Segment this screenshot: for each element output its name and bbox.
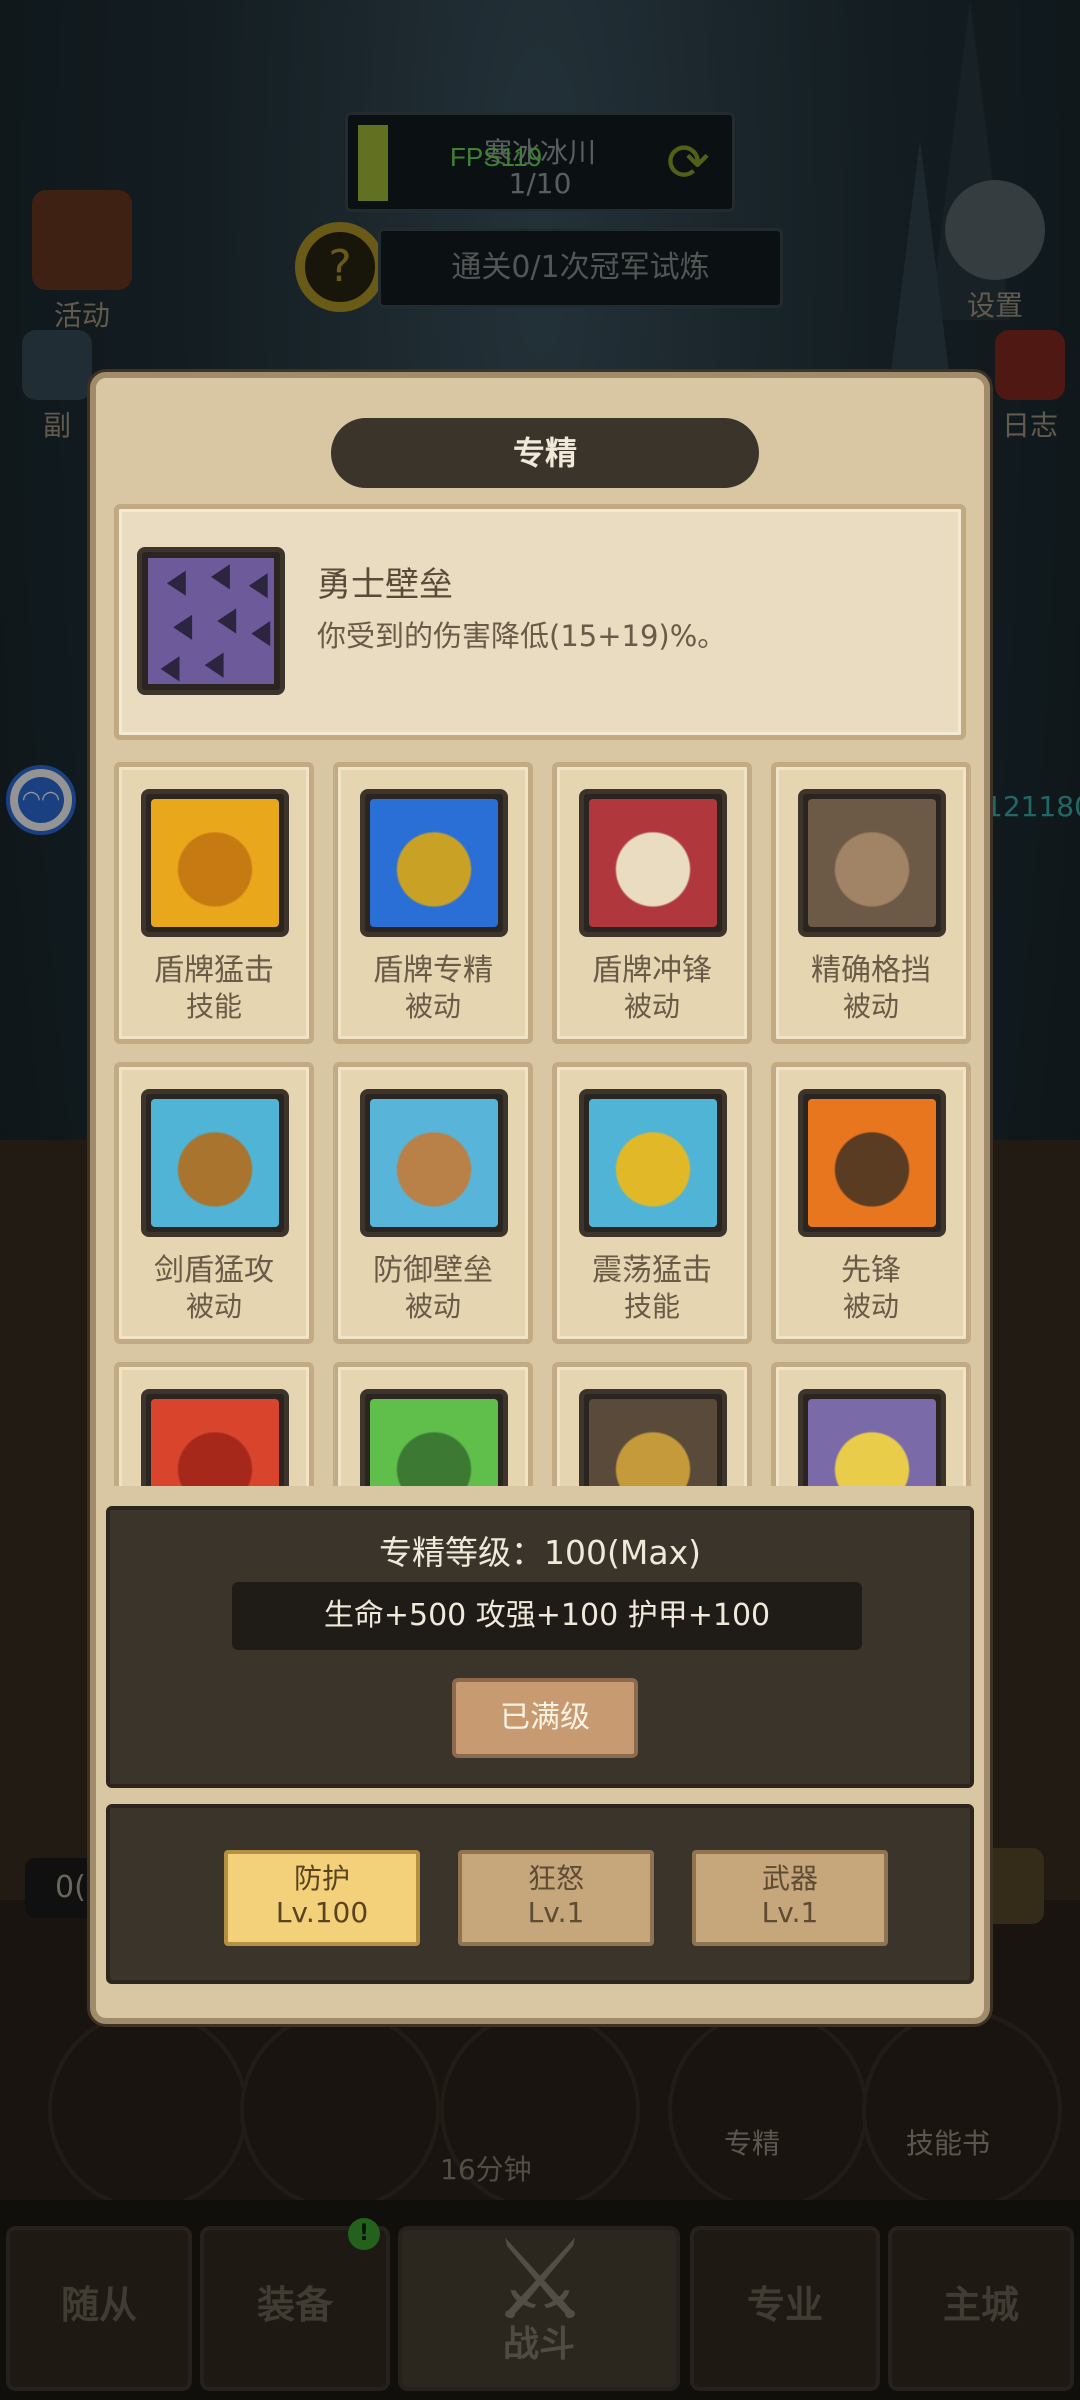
skill-name: 先锋 — [841, 1253, 901, 1288]
spec-selector: 防护 Lv.100 狂怒 Lv.1 武器 Lv.1 — [106, 1804, 974, 1984]
skill-card[interactable]: 精确格挡 被动 — [771, 762, 971, 1044]
skill-art — [151, 799, 279, 927]
spec-tab-fury[interactable]: 狂怒 Lv.1 — [458, 1850, 654, 1946]
skill-art — [589, 1099, 717, 1227]
spec-level: Lv.1 — [761, 1896, 819, 1929]
skill-type: 技能 — [185, 990, 242, 1023]
spec-level-text: 专精等级：100(Max) — [379, 1533, 701, 1572]
skill-card[interactable]: 震荡猛击 技能 — [552, 1062, 752, 1344]
defensive-bulwark-icon — [360, 1089, 508, 1237]
spec-bonus-text: 生命+500 攻强+100 护甲+100 — [232, 1582, 862, 1650]
skill-name: 震荡猛击 — [592, 1253, 712, 1288]
skill-art — [151, 1399, 279, 1486]
skill-type: 被动 — [404, 990, 461, 1023]
skill-card[interactable]: 盾牌冲锋 被动 — [552, 762, 752, 1044]
vanguard-fist-icon — [798, 1089, 946, 1237]
rune-shield-icon — [579, 1389, 727, 1486]
skill-type: 被动 — [404, 1290, 461, 1323]
spec-tab-protection[interactable]: 防护 Lv.100 — [224, 1850, 420, 1946]
skill-type: 被动 — [623, 990, 680, 1023]
skill-type: 被动 — [185, 1290, 242, 1323]
concussive-blow-icon — [579, 1089, 727, 1237]
skill-card[interactable]: 盾牌专精 被动 — [333, 762, 533, 1044]
skill-name: 盾牌冲锋 — [592, 953, 712, 988]
skill-art — [589, 1399, 717, 1486]
skill-name: 盾牌猛击 — [154, 953, 274, 988]
spec-name: 狂怒 — [527, 1862, 584, 1895]
sword-shield-assault-icon — [141, 1089, 289, 1237]
level-panel: 专精等级：100(Max) 生命+500 攻强+100 护甲+100 已满级 — [106, 1506, 974, 1788]
spec-name: 防护 — [293, 1862, 350, 1895]
skill-name: 精确格挡 — [811, 953, 931, 988]
skill-art — [808, 1099, 936, 1227]
skill-grid: 盾牌猛击 技能 盾牌专精 被动 盾牌冲锋 被动 精确格挡 被动 剑盾猛攻 被动 防御壁垒 被动 震荡猛击… — [114, 762, 974, 1486]
skill-type: 被动 — [842, 990, 899, 1023]
skill-card[interactable]: 先锋 被动 — [771, 1062, 971, 1344]
skill-card[interactable] — [333, 1362, 533, 1486]
selected-skill-card: 勇士壁垒 你受到的伤害降低(15+19)%。 — [114, 504, 966, 740]
spec-name: 武器 — [761, 1862, 818, 1895]
precise-block-icon — [798, 789, 946, 937]
skill-art — [589, 799, 717, 927]
spec-level: Lv.1 — [527, 1896, 585, 1929]
spec-tab-arms[interactable]: 武器 Lv.1 — [692, 1850, 888, 1946]
shield-mastery-icon — [360, 789, 508, 937]
selected-skill-name: 勇士壁垒 — [317, 565, 453, 605]
skill-name: 盾牌专精 — [373, 953, 493, 988]
skill-card[interactable] — [771, 1362, 971, 1486]
golden-shield-icon — [798, 1389, 946, 1486]
skill-art — [151, 1099, 279, 1227]
skill-name: 剑盾猛攻 — [154, 1253, 274, 1288]
skill-card[interactable]: 盾牌猛击 技能 — [114, 762, 314, 1044]
skill-card[interactable]: 防御壁垒 被动 — [333, 1062, 533, 1344]
skill-type: 被动 — [842, 1290, 899, 1323]
skill-type: 技能 — [623, 1290, 680, 1323]
skill-art — [808, 1399, 936, 1486]
shield-charge-icon — [579, 789, 727, 937]
spec-level: Lv.100 — [275, 1896, 369, 1929]
specialization-modal: 专精 勇士壁垒 你受到的伤害降低(15+19)%。 盾牌猛击 技能 盾牌专精 被动 盾牌… — [90, 372, 990, 2024]
orc-face-icon — [360, 1389, 508, 1486]
skill-card[interactable]: 剑盾猛攻 被动 — [114, 1062, 314, 1344]
selected-skill-description: 你受到的伤害降低(15+19)%。 — [317, 619, 727, 653]
skill-art — [808, 799, 936, 927]
skill-art — [370, 799, 498, 927]
skill-art — [370, 1399, 498, 1486]
spiked-armor-icon — [137, 547, 285, 695]
skill-card[interactable] — [114, 1362, 314, 1486]
skill-art — [370, 1099, 498, 1227]
modal-title: 专精 — [331, 418, 759, 488]
shield-bash-icon — [141, 789, 289, 937]
skill-card[interactable] — [552, 1362, 752, 1486]
maxed-level-button[interactable]: 已满级 — [452, 1678, 638, 1758]
berserker-armor-icon — [141, 1389, 289, 1486]
skill-name: 防御壁垒 — [373, 1253, 493, 1288]
